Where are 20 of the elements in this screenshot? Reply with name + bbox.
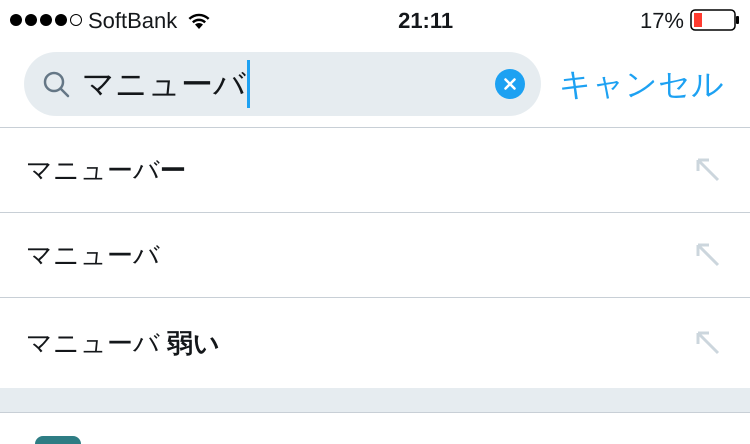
- search-field[interactable]: マニューバ: [24, 52, 541, 116]
- search-icon: [42, 70, 70, 98]
- signal-icon: [10, 14, 82, 26]
- suggestion-item[interactable]: マニューバ 弱い: [0, 298, 750, 388]
- fill-arrow-icon[interactable]: [696, 243, 720, 267]
- fill-arrow-icon[interactable]: [696, 158, 720, 182]
- wifi-icon: [187, 11, 212, 29]
- search-query: マニューバ: [82, 60, 250, 108]
- suggestion-text: マニューバー: [26, 154, 187, 186]
- fill-arrow-icon[interactable]: [696, 331, 720, 355]
- clear-icon[interactable]: [495, 68, 525, 98]
- clock-time: 21:11: [398, 6, 454, 34]
- suggestion-item[interactable]: マニューバー: [0, 128, 750, 213]
- battery-icon: [690, 9, 740, 31]
- avatar: [35, 436, 81, 444]
- suggestion-text: マニューバ: [26, 238, 161, 272]
- battery-percent: 17%: [640, 6, 684, 34]
- carrier-name: SoftBank: [88, 6, 178, 34]
- suggestion-item[interactable]: マニューバ: [0, 213, 750, 298]
- suggestion-text: マニューバ 弱い: [26, 326, 222, 360]
